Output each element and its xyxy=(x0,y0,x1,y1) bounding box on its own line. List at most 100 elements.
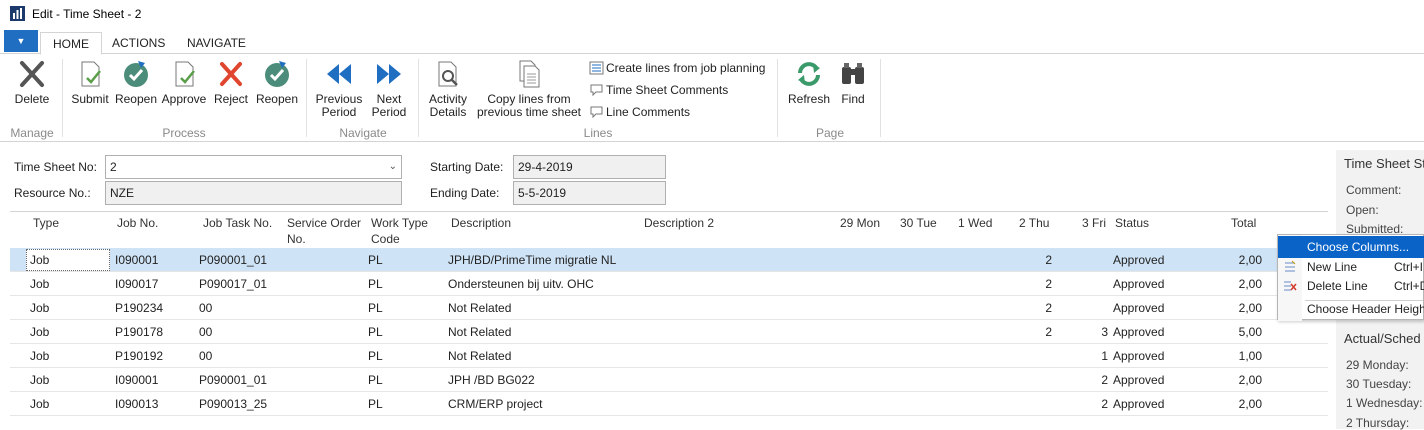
cell-status[interactable]: Approved xyxy=(1113,397,1164,411)
cell-status[interactable]: Approved xyxy=(1113,325,1164,339)
cell-status[interactable]: Approved xyxy=(1113,301,1164,315)
menu-item-choose-header-height[interactable]: Choose Header Heigh xyxy=(1278,298,1424,320)
table-row[interactable]: Job P190178 00 PL Not Related 2 3 Approved 5,00 xyxy=(10,320,1328,344)
column-header-job-task[interactable]: Job Task No. xyxy=(203,215,272,231)
column-header-job-no[interactable]: Job No. xyxy=(117,215,158,231)
cell-3-fri[interactable]: 2 xyxy=(1101,397,1108,411)
cell-total[interactable]: 2,00 xyxy=(1239,253,1262,267)
cell-total[interactable]: 2,00 xyxy=(1239,397,1262,411)
cell-work-type[interactable]: PL xyxy=(368,373,383,387)
cell-type[interactable]: Job xyxy=(30,253,49,267)
line-comments-button[interactable]: Line Comments xyxy=(589,105,690,119)
time-sheet-no-field[interactable]: 2 ⌄ xyxy=(105,155,402,179)
cell-work-type[interactable]: PL xyxy=(368,397,383,411)
cell-job-no[interactable]: I090001 xyxy=(115,373,158,387)
column-header-description-2[interactable]: Description 2 xyxy=(644,215,714,231)
next-period-button[interactable]: Next Period xyxy=(368,59,410,119)
cell-description[interactable]: Ondersteunen bij uitv. OHC xyxy=(448,277,594,291)
table-row[interactable]: Job I090013 P090013_25 PL CRM/ERP project 2 Ap… xyxy=(10,392,1328,416)
cell-description[interactable]: Not Related xyxy=(448,301,511,315)
resource-no-field[interactable]: NZE xyxy=(105,181,402,205)
cell-type[interactable]: Job xyxy=(30,277,49,291)
cell-type[interactable]: Job xyxy=(30,325,49,339)
cell-total[interactable]: 2,00 xyxy=(1239,277,1262,291)
find-button[interactable]: Find xyxy=(836,59,870,106)
cell-status[interactable]: Approved xyxy=(1113,373,1164,387)
cell-description[interactable]: Not Related xyxy=(448,325,511,339)
tab-navigate[interactable]: NAVIGATE xyxy=(175,32,258,55)
cell-type[interactable]: Job xyxy=(30,301,49,315)
previous-period-button[interactable]: Previous Period xyxy=(314,59,364,119)
column-header-work-type[interactable]: Work Type Code xyxy=(371,215,428,247)
cell-status[interactable]: Approved xyxy=(1113,277,1164,291)
cell-2-thu[interactable]: 2 xyxy=(1045,253,1052,267)
menu-item-choose-columns[interactable]: Choose Columns... xyxy=(1278,236,1424,258)
cell-total[interactable]: 2,00 xyxy=(1239,301,1262,315)
column-header-30-tue[interactable]: 30 Tue xyxy=(900,215,937,231)
menu-item-delete-line[interactable]: Delete Line Ctrl+D xyxy=(1278,275,1424,297)
reject-button[interactable]: Reject xyxy=(211,59,251,106)
chevron-down-icon[interactable]: ⌄ xyxy=(389,156,397,178)
cell-work-type[interactable]: PL xyxy=(368,277,383,291)
cell-work-type[interactable]: PL xyxy=(368,253,383,267)
column-header-2-thu[interactable]: 2 Thu xyxy=(1019,215,1049,231)
cell-2-thu[interactable]: 2 xyxy=(1045,277,1052,291)
column-header-type[interactable]: Type xyxy=(33,215,59,231)
column-header-status[interactable]: Status xyxy=(1115,215,1149,231)
app-menu-button[interactable]: ▼ xyxy=(4,30,38,52)
column-header-29-mon[interactable]: 29 Mon xyxy=(840,215,880,231)
cell-job-task[interactable]: P090013_25 xyxy=(199,397,267,411)
cell-job-no[interactable]: P190192 xyxy=(115,349,163,363)
cell-3-fri[interactable]: 2 xyxy=(1101,373,1108,387)
cell-job-no[interactable]: P190178 xyxy=(115,325,163,339)
copy-lines-button[interactable]: Copy lines from previous time sheet xyxy=(476,59,582,119)
cell-job-task[interactable]: 00 xyxy=(199,349,212,363)
activity-details-button[interactable]: Activity Details xyxy=(424,59,472,119)
cell-work-type[interactable]: PL xyxy=(368,325,383,339)
reopen-button-2[interactable]: Reopen xyxy=(254,59,300,106)
cell-3-fri[interactable]: 1 xyxy=(1101,349,1108,363)
ending-date-field[interactable]: 5-5-2019 xyxy=(513,181,666,205)
table-row[interactable]: Job I090001 P090001_01 PL JPH /BD BG022 2 Appr… xyxy=(10,368,1328,392)
create-lines-button[interactable]: Create lines from job planning xyxy=(589,61,765,75)
cell-2-thu[interactable]: 2 xyxy=(1045,325,1052,339)
cell-description[interactable]: Not Related xyxy=(448,349,511,363)
cell-total[interactable]: 2,00 xyxy=(1239,373,1262,387)
cell-total[interactable]: 5,00 xyxy=(1239,325,1262,339)
cell-status[interactable]: Approved xyxy=(1113,349,1164,363)
time-sheet-comments-button[interactable]: Time Sheet Comments xyxy=(589,83,728,97)
cell-total[interactable]: 1,00 xyxy=(1239,349,1262,363)
cell-3-fri[interactable]: 3 xyxy=(1101,325,1108,339)
cell-job-no[interactable]: I090017 xyxy=(115,277,158,291)
tab-home[interactable]: HOME xyxy=(40,32,102,55)
table-row[interactable]: Job P190192 00 PL Not Related 1 Approved 1,00 xyxy=(10,344,1328,368)
cell-job-task[interactable]: 00 xyxy=(199,325,212,339)
cell-description[interactable]: JPH/BD/PrimeTime migratie NL xyxy=(448,253,616,267)
cell-job-task[interactable]: P090001_01 xyxy=(199,373,267,387)
table-row[interactable]: Job I090001 P090001_01 PL JPH/BD/PrimeTime m… xyxy=(10,248,1328,272)
cell-job-task[interactable]: P090017_01 xyxy=(199,277,267,291)
cell-type[interactable]: Job xyxy=(30,349,49,363)
column-header-total[interactable]: Total xyxy=(1231,215,1256,231)
column-header-3-fri[interactable]: 3 Fri xyxy=(1082,215,1106,231)
column-header-1-wed[interactable]: 1 Wed xyxy=(958,215,992,231)
refresh-button[interactable]: Refresh xyxy=(786,59,832,106)
delete-button[interactable]: Delete xyxy=(10,59,54,106)
reopen-button[interactable]: Reopen xyxy=(114,59,158,106)
cell-description[interactable]: CRM/ERP project xyxy=(448,397,542,411)
approve-button[interactable]: Approve xyxy=(160,59,208,106)
column-header-service-order[interactable]: Service Order No. xyxy=(287,215,361,247)
cell-job-no[interactable]: I090013 xyxy=(115,397,158,411)
cell-job-task[interactable]: 00 xyxy=(199,301,212,315)
table-row[interactable]: Job P190234 00 PL Not Related 2 Approved 2,00 xyxy=(10,296,1328,320)
cell-status[interactable]: Approved xyxy=(1113,253,1164,267)
cell-work-type[interactable]: PL xyxy=(368,301,383,315)
submit-button[interactable]: Submit xyxy=(68,59,112,106)
table-row[interactable]: Job I090017 P090017_01 PL Ondersteunen bij u… xyxy=(10,272,1328,296)
starting-date-field[interactable]: 29-4-2019 xyxy=(513,155,666,179)
cell-type[interactable]: Job xyxy=(30,373,49,387)
cell-work-type[interactable]: PL xyxy=(368,349,383,363)
cell-2-thu[interactable]: 2 xyxy=(1045,301,1052,315)
cell-job-no[interactable]: P190234 xyxy=(115,301,163,315)
cell-type[interactable]: Job xyxy=(30,397,49,411)
